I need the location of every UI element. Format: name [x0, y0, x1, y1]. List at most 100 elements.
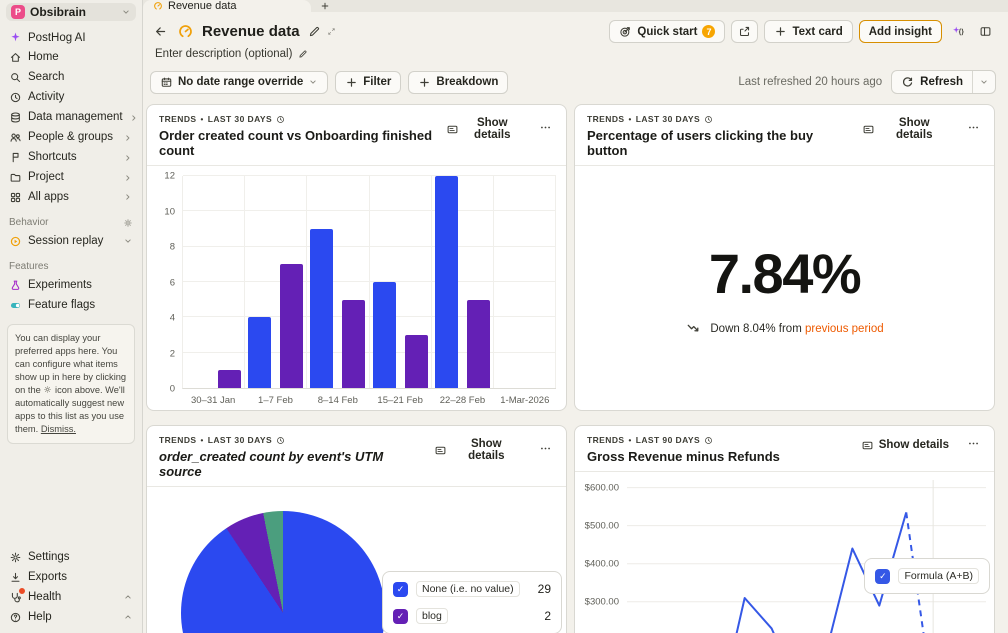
bar-group [183, 176, 245, 388]
sidebar-item-health[interactable]: Health [6, 587, 136, 607]
y-axis-tick: 0 [170, 384, 175, 395]
workspace-name: Obsibrain [30, 5, 86, 19]
show-details-button[interactable]: Show details [856, 116, 956, 142]
sidebar-item-search[interactable]: Search [6, 68, 136, 88]
legend-item[interactable]: ✓blog2 [393, 608, 551, 624]
sidebar-item-feature-flags[interactable]: Feature flags [6, 295, 136, 315]
bar-onboarding-finished-count[interactable] [342, 300, 365, 388]
bar-order-created-count[interactable] [310, 229, 333, 388]
refresh-options-button[interactable] [972, 71, 995, 93]
tab-label: Revenue data [168, 0, 237, 12]
share-button[interactable] [731, 20, 758, 43]
y-axis-tick: $600.00 [585, 482, 619, 493]
y-axis-labels: 024681012 [155, 176, 182, 389]
bar-plot [182, 176, 556, 389]
sidebar-section-label: Features [9, 261, 48, 272]
ellipsis-icon [967, 121, 980, 134]
bar-onboarding-finished-count[interactable] [467, 300, 490, 388]
previous-period-link[interactable]: previous period [805, 323, 884, 335]
refresh-button[interactable]: Refresh [892, 71, 972, 93]
checkbox-icon[interactable]: ✓ [393, 582, 408, 597]
target-icon [619, 25, 632, 38]
new-tab-button[interactable] [311, 0, 339, 12]
sidebar-item-people-groups[interactable]: People & groups [6, 128, 136, 148]
tab-revenue-data[interactable]: Revenue data [143, 0, 311, 12]
y-axis-tick: 2 [170, 348, 175, 359]
legend-item[interactable]: ✓None (i.e. no value)29 [393, 581, 551, 597]
more-menu-button[interactable] [965, 437, 982, 453]
refresh-split-button: Refresh [891, 70, 996, 94]
more-menu-button[interactable] [537, 121, 554, 137]
bar-onboarding-finished-count[interactable] [405, 335, 428, 388]
dashboard-grid: TRENDS • LAST 30 DAYS Order created coun… [143, 103, 1008, 633]
dismiss-link[interactable]: Dismiss. [41, 424, 76, 434]
dashboard-gauge-icon [177, 23, 193, 39]
health-badge [18, 587, 26, 595]
sidebar-item-project[interactable]: Project [6, 168, 136, 188]
max-ai-button[interactable] [948, 20, 969, 43]
session-replay-icon [9, 235, 22, 248]
legend-label: Formula (A+B) [898, 568, 979, 584]
y-axis-labels: $600.00$500.00$400.00$300.00$200.00$100.… [581, 480, 627, 633]
sidebar-item-activity[interactable]: Activity [6, 88, 136, 108]
bar-onboarding-finished-count[interactable] [280, 264, 303, 388]
workspace-switcher[interactable]: P Obsibrain [6, 3, 136, 21]
experiments-icon [9, 279, 22, 292]
show-details-button[interactable]: Show details [428, 437, 527, 463]
insight-card-utm-source: TRENDS • LAST 30 DAYS order_created coun… [146, 425, 567, 633]
sidebar-item-session-replay[interactable]: Session replay [6, 231, 136, 251]
show-details-button[interactable]: Show details [855, 438, 955, 453]
main-area: Revenue data Revenue data Quick start 7 [143, 0, 1008, 633]
sidebar-item-experiments[interactable]: Experiments [6, 275, 136, 295]
bar-order-created-count[interactable] [435, 176, 458, 388]
sidebar-item-data-management[interactable]: Data management [6, 108, 136, 128]
show-details-label: Show details [880, 117, 950, 141]
show-details-button[interactable]: Show details [440, 116, 527, 142]
refresh-area: Last refreshed 20 hours ago Refresh [738, 70, 996, 94]
page-title: Revenue data [202, 23, 300, 40]
more-menu-button[interactable] [965, 121, 982, 137]
bar-order-created-count[interactable] [248, 317, 271, 388]
bar-group [370, 176, 432, 388]
add-insight-button[interactable]: Add insight [859, 20, 942, 43]
sidebar-item-exports[interactable]: Exports [6, 567, 136, 587]
plus-icon [320, 1, 330, 11]
sidebar-item-shortcuts[interactable]: Shortcuts [6, 148, 136, 168]
sidebar-item-label: All apps [28, 190, 69, 205]
sidebar-item-all-apps[interactable]: All apps [6, 188, 136, 208]
legend-item[interactable]: ✓ Formula (A+B) [875, 568, 979, 584]
checkbox-icon[interactable]: ✓ [875, 569, 890, 584]
header-actions: Quick start 7 Text card Add insight [609, 20, 996, 43]
legend-value: 2 [534, 609, 551, 623]
add-text-card-button[interactable]: Text card [764, 20, 852, 43]
sidebar-item-help[interactable]: Help [6, 607, 136, 627]
x-axis-label: 1-Mar-2026 [494, 395, 556, 406]
big-number-area: 7.84% Down 8.04% from previous period [575, 166, 994, 410]
bar-onboarding-finished-count[interactable] [218, 370, 241, 388]
checkbox-icon[interactable]: ✓ [393, 609, 408, 624]
collapse-icon[interactable] [327, 27, 336, 36]
quick-start-button[interactable]: Quick start 7 [609, 20, 725, 43]
pie-chart[interactable] [181, 511, 385, 633]
feature-flags-icon [9, 299, 22, 312]
sidebar-item-home[interactable]: Home [6, 48, 136, 68]
more-menu-button[interactable] [537, 442, 554, 458]
toggle-panel-button[interactable] [975, 20, 996, 43]
plus-icon [418, 76, 431, 89]
add-breakdown-button[interactable]: Breakdown [408, 71, 508, 94]
date-range-dropdown[interactable]: No date range override [150, 71, 328, 94]
sidebar-item-settings[interactable]: Settings [6, 547, 136, 567]
edit-pencil-icon[interactable] [308, 25, 321, 38]
description-placeholder[interactable]: Enter description (optional) [155, 48, 292, 60]
details-icon [861, 439, 874, 452]
back-button[interactable] [150, 20, 171, 43]
add-filter-button[interactable]: Filter [335, 71, 401, 94]
chevron-right-icon [123, 133, 133, 143]
plus-icon [774, 25, 787, 38]
clock-icon [704, 436, 713, 445]
y-axis-tick: 4 [170, 313, 175, 324]
insight-range: LAST 30 DAYS [208, 114, 272, 124]
bar-order-created-count[interactable] [373, 282, 396, 388]
edit-pencil-icon[interactable] [298, 49, 308, 59]
sidebar-item-posthog-ai[interactable]: PostHog AI [6, 28, 136, 48]
